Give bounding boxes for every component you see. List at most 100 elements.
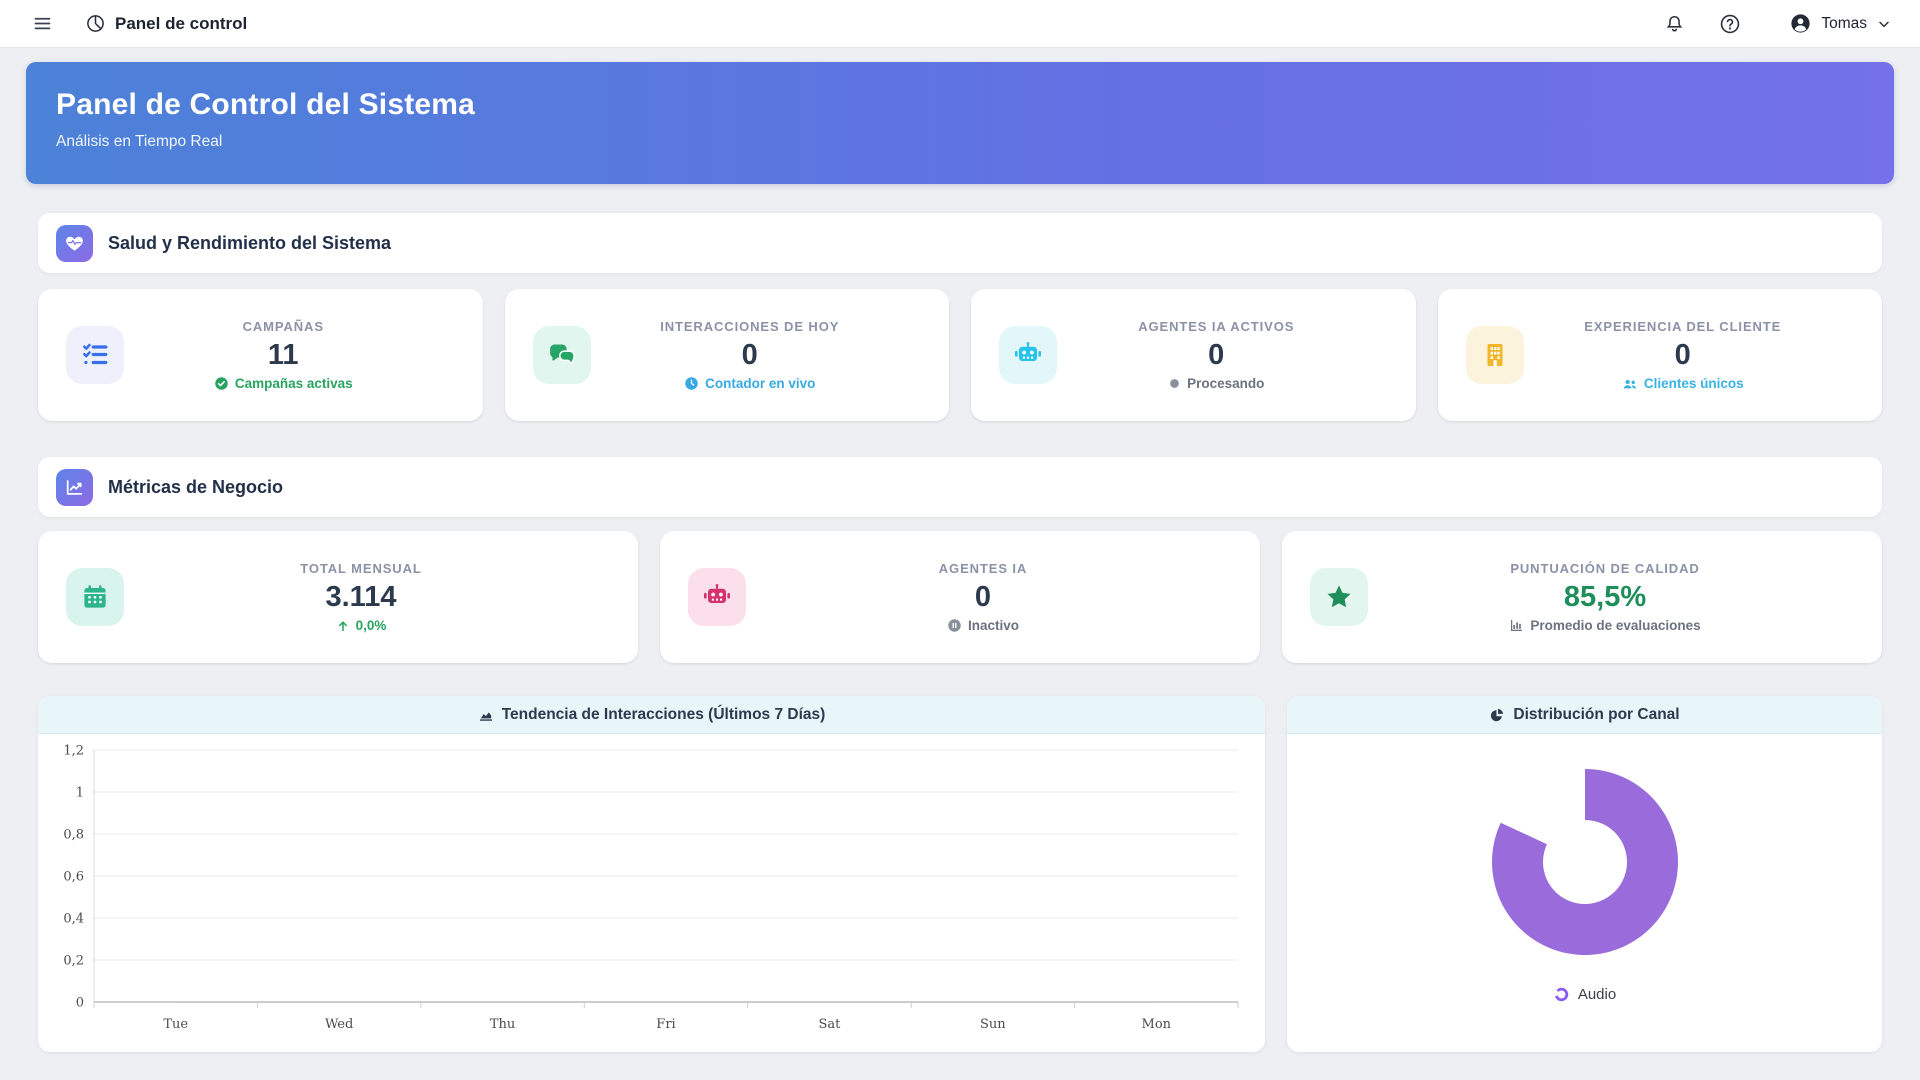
svg-text:0,6: 0,6 [63, 870, 84, 885]
stat-status-label: Procesando [1187, 376, 1265, 391]
charts-row: Tendencia de Interacciones (Últimos 7 Dí… [38, 696, 1882, 1052]
stat-status-label: Contador en vivo [705, 376, 816, 391]
pie-chart-logo-icon [87, 15, 104, 32]
check-circle-icon [215, 377, 228, 390]
app-title: Panel de control [115, 13, 248, 33]
stat-value: 85,5% [1563, 581, 1647, 613]
help-button[interactable] [1715, 9, 1745, 39]
interactions-trend-title: Tendencia de Interacciones (Últimos 7 Dí… [501, 705, 826, 723]
robot-icon [1015, 342, 1041, 361]
monthly-total-icon-box [66, 568, 124, 626]
stat-card-campaigns: CAMPAÑAS 11 Campañas activas [38, 289, 483, 421]
channel-distribution-card: Distribución por Canal Audio [1287, 696, 1882, 1052]
section-header-business: Métricas de Negocio [38, 457, 1882, 517]
clock-icon [685, 377, 698, 390]
channel-distribution-title: Distribución por Canal [1513, 705, 1680, 723]
svg-text:Tue: Tue [163, 1017, 188, 1032]
line-chart: 0 0,2 0,4 0,6 0,8 1 1,2 Tue Wed Thu Fri Sat Sun Mon [63, 744, 1239, 1032]
hamburger-menu-button[interactable] [28, 9, 57, 38]
svg-text:Sun: Sun [980, 1017, 1006, 1032]
user-menu[interactable]: Tomas [1789, 12, 1892, 35]
svg-text:0,4: 0,4 [63, 912, 84, 927]
quality-score-icon-box [1310, 568, 1368, 626]
stat-status: Contador en vivo [591, 376, 910, 391]
stat-value: 0 [974, 581, 992, 613]
donut-chart [1491, 769, 1678, 955]
pie-chart-icon [1491, 708, 1504, 721]
svg-text:Mon: Mon [1142, 1017, 1172, 1032]
stat-status: Promedio de evaluaciones [1368, 618, 1842, 633]
svg-text:Thu: Thu [490, 1017, 515, 1032]
help-icon [1721, 14, 1740, 33]
health-cards-row: CAMPAÑAS 11 Campañas activas INTERACCION… [38, 289, 1882, 421]
stat-label: EXPERIENCIA DEL CLIENTE [1584, 318, 1782, 334]
bell-icon [1667, 15, 1683, 32]
svg-text:0,8: 0,8 [63, 828, 84, 843]
stat-value: 3.114 [325, 581, 397, 613]
page-banner: Panel de Control del Sistema Análisis en… [26, 62, 1894, 184]
stat-label: AGENTES IA ACTIVOS [1138, 319, 1295, 334]
stat-value: 0 [1208, 339, 1225, 371]
chart-column-icon [1511, 620, 1523, 631]
donut-legend[interactable]: Audio [1553, 986, 1616, 1003]
stat-label: INTERACCIONES DE HOY [660, 319, 840, 334]
business-cards-row: TOTAL MENSUAL 3.114 0,0% AGENTES IA 0 In… [38, 531, 1882, 663]
users-icon [1623, 379, 1636, 388]
user-name: Tomas [1821, 14, 1867, 32]
stat-status-label: 0,0% [355, 618, 387, 633]
svg-text:1: 1 [76, 786, 84, 801]
chevron-down-icon [1879, 21, 1889, 27]
heart-pulse-icon [56, 224, 93, 262]
stat-status: Inactivo [746, 618, 1220, 633]
user-avatar-icon [1791, 14, 1810, 33]
arrow-up-icon [338, 620, 347, 631]
stat-status: Campañas activas [124, 376, 443, 391]
chart-area-icon [479, 711, 492, 721]
list-check-icon [83, 343, 108, 365]
active-agents-icon-box [999, 326, 1057, 384]
interactions-icon-box [532, 326, 591, 384]
stat-label: AGENTES IA [938, 561, 1028, 576]
campaigns-icon-box [66, 326, 124, 384]
stat-value: 0 [1674, 338, 1691, 371]
svg-text:1,2: 1,2 [63, 744, 84, 759]
stat-label: PUNTUACIÓN DE CALIDAD [1510, 561, 1700, 576]
app-brand: Panel de control [85, 13, 247, 34]
section-header-health: Salud y Rendimiento del Sistema [38, 213, 1882, 273]
svg-text:Sat: Sat [818, 1017, 841, 1032]
stat-card-interactions: INTERACCIONES DE HOY 0 Contador en vivo [504, 289, 949, 421]
comments-icon [549, 344, 575, 365]
stat-label: TOTAL MENSUAL [300, 561, 422, 576]
top-navbar: Panel de control Tomas [0, 0, 1920, 48]
section-title-business: Métricas de Negocio [108, 476, 284, 497]
stat-label: CAMPAÑAS [242, 319, 324, 334]
svg-text:0,2: 0,2 [63, 954, 84, 969]
donut-chart-area: Audio [1287, 734, 1882, 1052]
stat-value: 11 [267, 339, 299, 371]
calendar-icon [84, 585, 106, 608]
stat-card-active-agents: AGENTES IA ACTIVOS 0 Procesando [971, 289, 1416, 421]
channel-distribution-header: Distribución por Canal [1287, 696, 1882, 734]
notifications-button[interactable] [1660, 9, 1689, 38]
navbar-right: Tomas [1660, 9, 1892, 39]
chart-line-icon [56, 468, 93, 506]
stat-status: Procesando [1057, 376, 1376, 391]
stat-card-customer-experience: EXPERIENCIA DEL CLIENTE 0 Clientes único… [1437, 289, 1882, 421]
svg-text:0: 0 [76, 996, 84, 1011]
stat-status-label: Campañas activas [234, 376, 353, 391]
svg-text:Wed: Wed [325, 1017, 353, 1032]
hamburger-icon [34, 17, 51, 30]
svg-text:Fri: Fri [656, 1017, 675, 1032]
stat-status: 0,0% [124, 618, 598, 633]
line-chart-area: 0 0,2 0,4 0,6 0,8 1 1,2 Tue Wed Thu Fri Sat Sun Mon [38, 734, 1265, 1052]
page-subtitle: Análisis en Tiempo Real [56, 133, 223, 150]
stat-value: 0 [741, 339, 758, 371]
dot-icon [1170, 379, 1179, 388]
circle-notch-icon [1554, 987, 1569, 1002]
pause-circle-icon [948, 619, 961, 632]
interactions-trend-header: Tendencia de Interacciones (Últimos 7 Dí… [38, 696, 1265, 734]
donut-legend-label: Audio [1577, 986, 1617, 1003]
customer-experience-icon-box [1465, 326, 1524, 384]
interactions-trend-card: Tendencia de Interacciones (Últimos 7 Dí… [38, 696, 1265, 1052]
star-icon [1327, 585, 1351, 608]
